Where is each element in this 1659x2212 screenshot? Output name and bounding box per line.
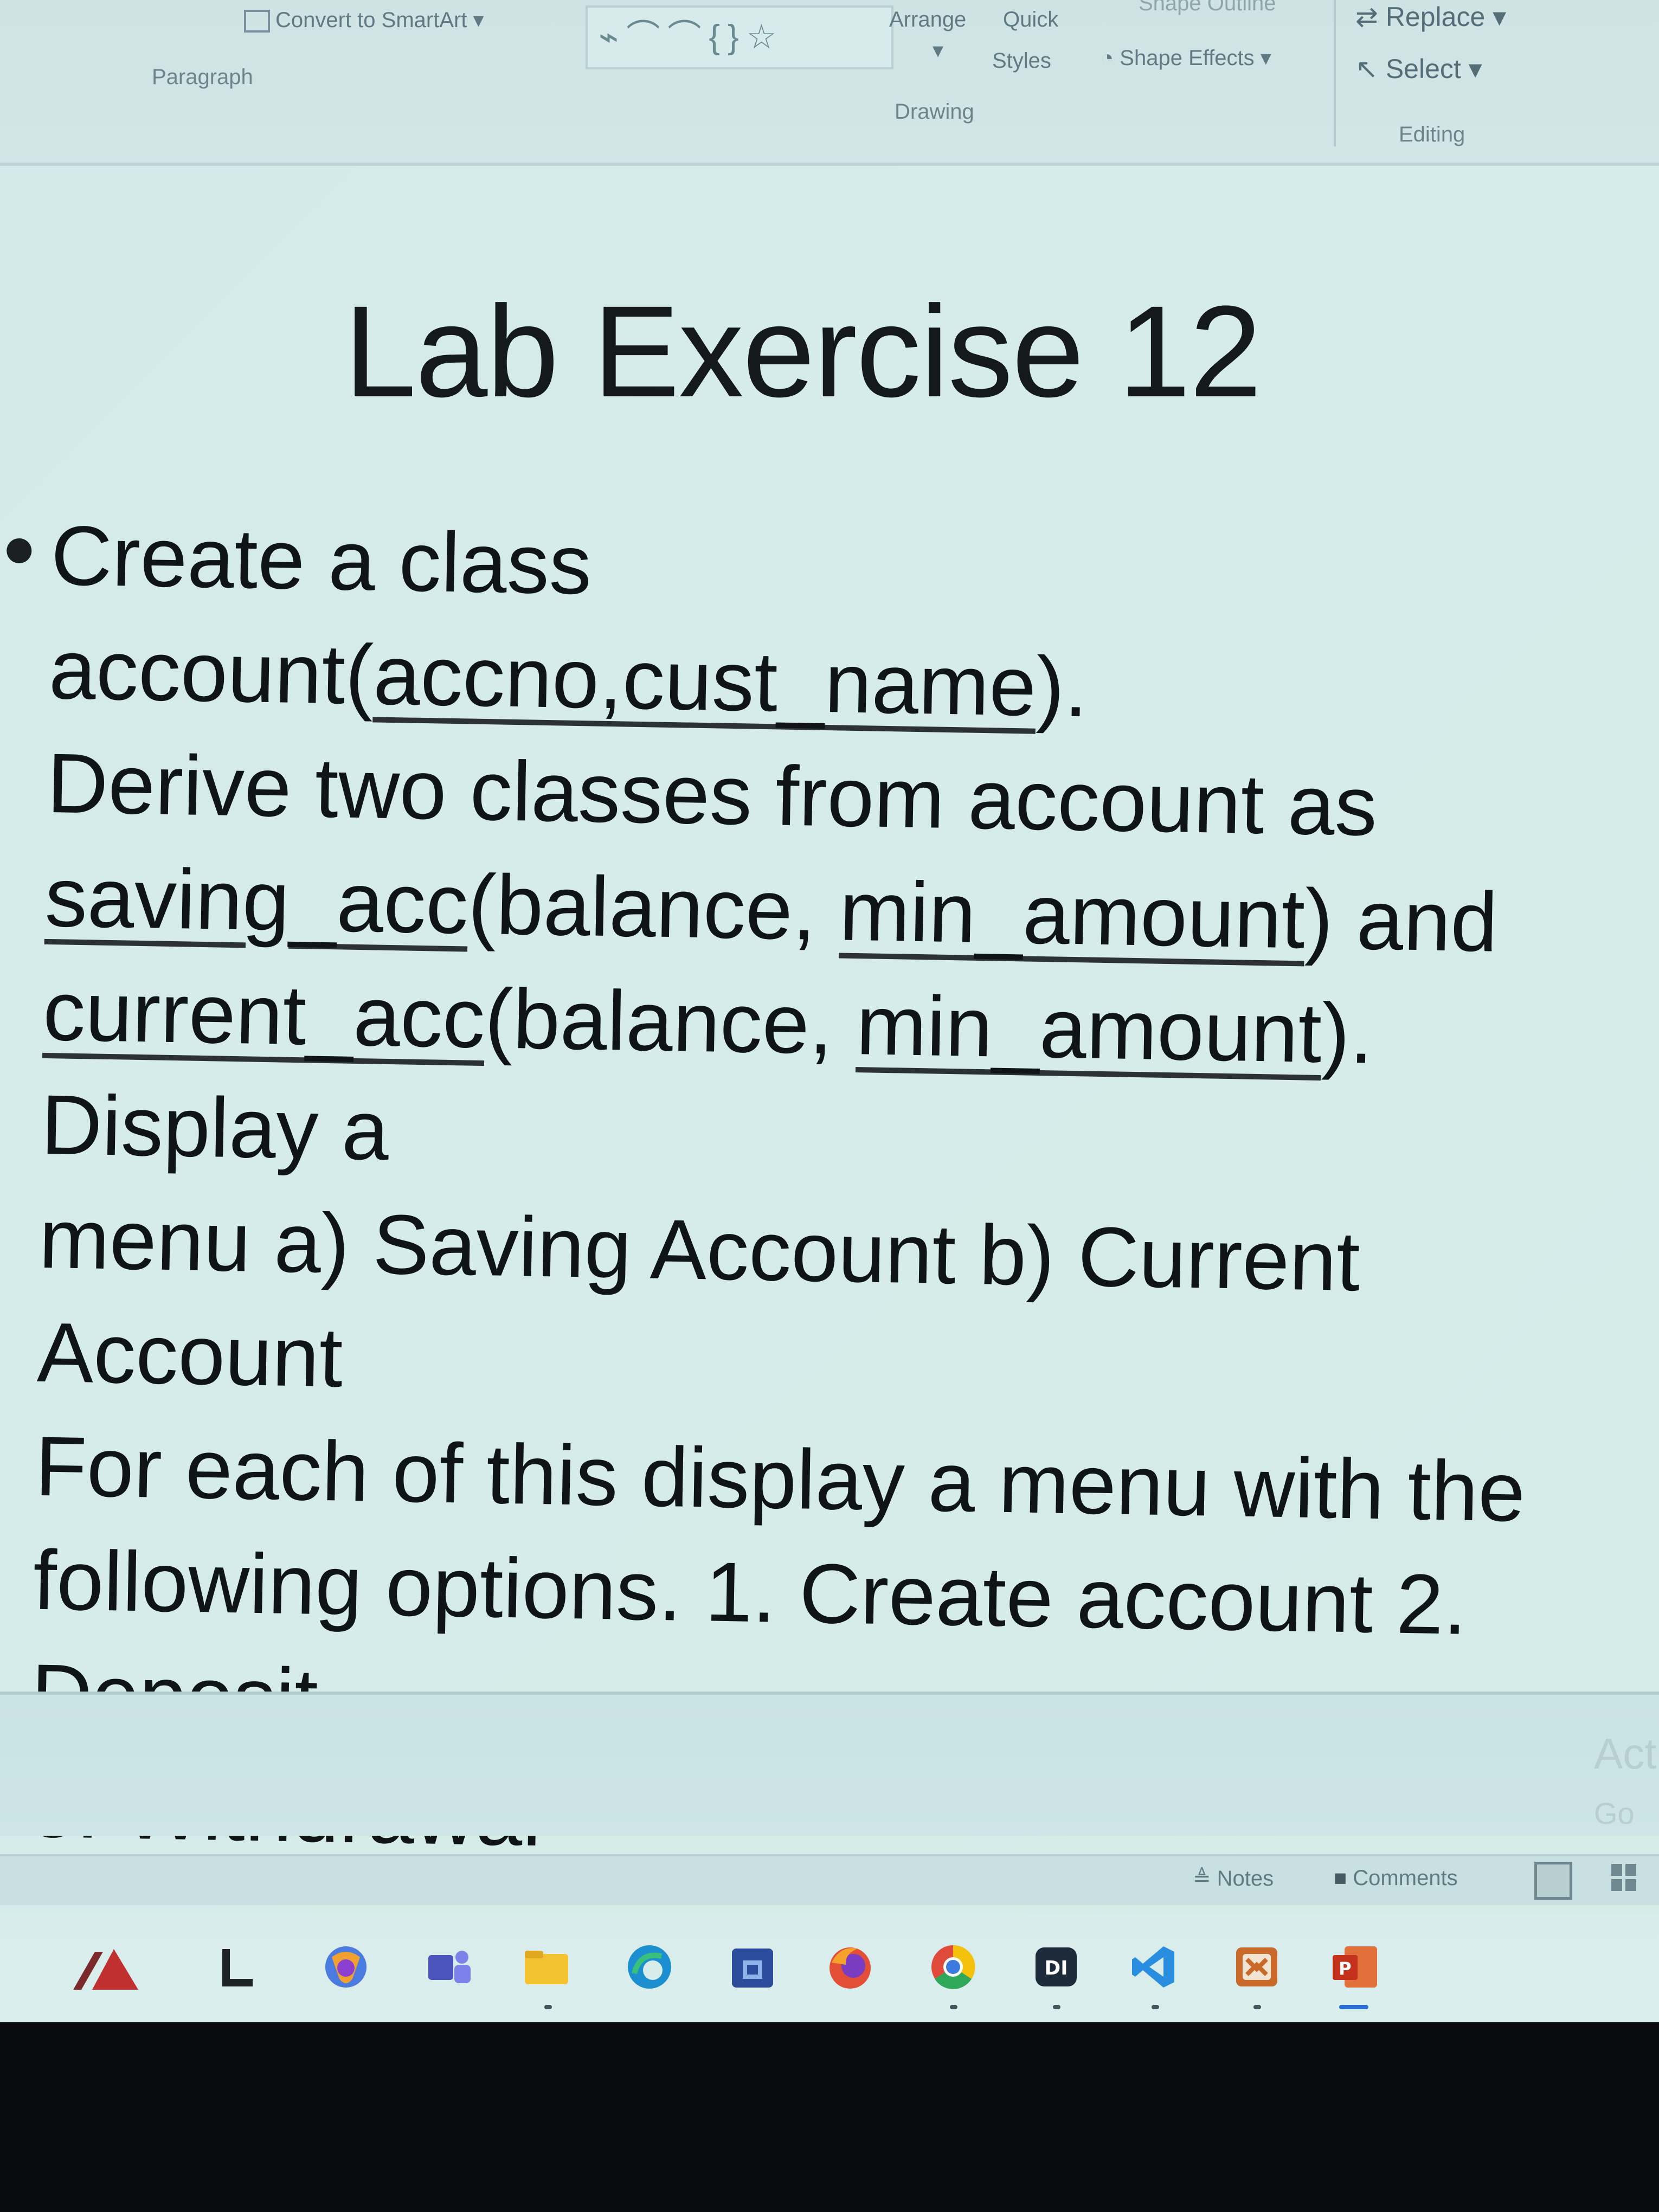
active-indicator bbox=[1339, 2005, 1368, 2009]
shape-effects-icon: ◔ bbox=[1101, 46, 1114, 70]
teams-icon[interactable] bbox=[423, 1941, 475, 1993]
editing-group-label: Editing bbox=[1399, 123, 1465, 146]
convert-smartart-button[interactable]: Convert to SmartArt ▾ bbox=[244, 8, 484, 33]
bullet-line-1: Create a class account(accno,cust_name). bbox=[48, 499, 1581, 753]
vscode-icon[interactable] bbox=[1128, 1941, 1180, 1993]
running-indicator bbox=[544, 2005, 552, 2009]
bullet-line-4: current_acc(balance, min_amount). Displa… bbox=[40, 954, 1573, 1208]
comments-button[interactable]: ■ Comments bbox=[1334, 1866, 1458, 1891]
taskbar: DI P bbox=[0, 1914, 1659, 2022]
smartart-icon bbox=[244, 10, 270, 33]
firefox-icon[interactable] bbox=[824, 1941, 876, 1993]
ribbon-separator bbox=[1334, 0, 1336, 146]
lens-icon[interactable] bbox=[211, 1941, 263, 1993]
replace-button[interactable]: ⇄ Replace ▾ bbox=[1355, 1, 1506, 33]
svg-text:DI: DI bbox=[1044, 1957, 1068, 1979]
quick-styles-button[interactable]: Quick bbox=[1003, 8, 1058, 32]
select-button[interactable]: ↖ Select ▾ bbox=[1355, 53, 1482, 85]
underlined-segment: min_amount bbox=[855, 978, 1323, 1081]
notes-label: Notes bbox=[1217, 1867, 1274, 1891]
quick-label: Quick bbox=[1003, 8, 1059, 31]
arrange-button[interactable]: Arrange bbox=[889, 8, 966, 32]
select-label: Select bbox=[1385, 54, 1461, 84]
shapes-glyphs: ⌁⌒⌒{}☆ bbox=[599, 18, 785, 56]
comment-icon: ■ bbox=[1334, 1866, 1347, 1890]
styles-label: Styles bbox=[992, 49, 1051, 73]
copilot-icon[interactable] bbox=[320, 1941, 372, 1993]
underlined-segment: saving_acc bbox=[44, 850, 470, 952]
svg-text:P: P bbox=[1339, 1958, 1351, 1979]
select-cursor-icon: ↖ bbox=[1355, 54, 1378, 84]
slide-bullet: Create a class account(accno,cust_name).… bbox=[6, 499, 1581, 1892]
arrange-dropdown-icon[interactable]: ▾ bbox=[933, 38, 943, 63]
bullet-dot-icon bbox=[6, 538, 32, 564]
app-icon[interactable] bbox=[70, 1941, 141, 1993]
convert-smartart-label: Convert to SmartArt bbox=[275, 8, 467, 32]
running-indicator bbox=[1253, 2005, 1261, 2009]
comments-label: Comments bbox=[1353, 1866, 1458, 1890]
file-explorer-icon[interactable] bbox=[520, 1941, 573, 1993]
notes-pane[interactable] bbox=[0, 1692, 1659, 1836]
paragraph-group-label: Paragraph bbox=[152, 65, 253, 89]
text-segment: menu a) Saving Account b) Current Accoun… bbox=[36, 1191, 1361, 1405]
drawing-group-label: Drawing bbox=[895, 100, 974, 124]
normal-view-button[interactable] bbox=[1534, 1862, 1572, 1900]
running-indicator bbox=[1053, 2005, 1060, 2009]
shape-outline-button[interactable]: Shape Outline bbox=[1139, 0, 1276, 16]
underlined-segment: current_acc bbox=[42, 963, 486, 1066]
replace-label: Replace bbox=[1385, 2, 1486, 32]
shape-effects-label: Shape Effects bbox=[1120, 46, 1255, 70]
xampp-icon[interactable] bbox=[1231, 1941, 1283, 1993]
text-segment: (balance, bbox=[467, 857, 841, 959]
shapes-gallery[interactable]: ⌁⌒⌒{}☆ bbox=[586, 5, 893, 69]
text-segment: ) and bbox=[1304, 872, 1499, 970]
ribbon: Convert to SmartArt ▾ Paragraph ⌁⌒⌒{}☆ A… bbox=[0, 0, 1659, 166]
underlined-segment: accno,cust_name bbox=[372, 628, 1037, 734]
status-bar: ≜ Notes ■ Comments bbox=[0, 1854, 1659, 1905]
vscode-dark-icon[interactable]: DI bbox=[1030, 1941, 1082, 1993]
chrome-icon[interactable] bbox=[927, 1941, 979, 1993]
slide-title: Lab Exercise 12 bbox=[344, 279, 1262, 424]
store-icon[interactable] bbox=[726, 1941, 779, 1993]
text-segment: Derive two classes from account as bbox=[46, 736, 1378, 854]
running-indicator bbox=[950, 2005, 957, 2009]
replace-icon: ⇄ bbox=[1355, 2, 1378, 32]
edge-icon[interactable] bbox=[623, 1941, 676, 1993]
shape-effects-button[interactable]: ◔ Shape Effects ▾ bbox=[1101, 46, 1271, 70]
underlined-segment: min_amount bbox=[838, 864, 1306, 967]
bullet-line-5: menu a) Saving Account b) Current Accoun… bbox=[36, 1182, 1569, 1436]
watermark-line-1: Acti bbox=[1594, 1729, 1659, 1778]
text-segment: (balance, bbox=[484, 972, 857, 1073]
text-segment: ). bbox=[1035, 639, 1089, 735]
notes-button[interactable]: ≜ Notes bbox=[1193, 1866, 1274, 1891]
slide-sorter-icon bbox=[1611, 1864, 1636, 1891]
powerpoint-icon[interactable]: P bbox=[1328, 1941, 1380, 1993]
running-indicator bbox=[1152, 2005, 1159, 2009]
slide-sorter-view-button[interactable] bbox=[1610, 1862, 1637, 1894]
notes-icon: ≜ bbox=[1193, 1867, 1211, 1891]
screen: Convert to SmartArt ▾ Paragraph ⌁⌒⌒{}☆ A… bbox=[0, 0, 1659, 2022]
text-segment: For each of this display a menu with the bbox=[34, 1419, 1526, 1540]
